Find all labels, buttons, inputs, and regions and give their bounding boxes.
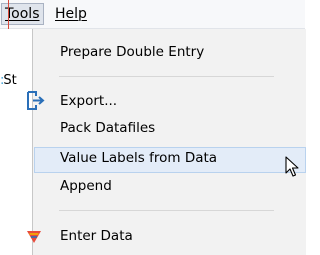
export-icon bbox=[25, 90, 47, 116]
background-window: :St bbox=[0, 29, 32, 255]
menu-item-export[interactable]: Export... bbox=[27, 90, 306, 116]
menu-item-label: Value Labels from Data bbox=[60, 150, 218, 166]
tools-dropdown-menu: Prepare Double Entry Export... Pack Data… bbox=[27, 29, 306, 255]
menu-help[interactable]: Help bbox=[52, 4, 90, 24]
menu-bar: Tools Help bbox=[0, 0, 305, 29]
menu-item-pack-datafiles[interactable]: Pack Datafiles bbox=[34, 117, 306, 143]
menu-help-label: Help bbox=[55, 6, 87, 22]
mouse-cursor-icon bbox=[285, 156, 299, 182]
menu-item-label: Prepare Double Entry bbox=[60, 44, 205, 60]
background-window-text: :St bbox=[0, 73, 32, 88]
menu-item-enter-data[interactable]: Enter Data bbox=[27, 225, 306, 251]
menu-item-label: Export... bbox=[60, 93, 118, 109]
menu-separator bbox=[59, 210, 274, 211]
menu-tools-label: Tools bbox=[5, 6, 40, 22]
menu-item-value-labels-from-data[interactable]: Value Labels from Data bbox=[34, 147, 306, 173]
menu-item-label: Pack Datafiles bbox=[60, 120, 156, 136]
focus-marker bbox=[8, 0, 9, 31]
menu-separator bbox=[59, 76, 274, 77]
menu-item-label: Enter Data bbox=[60, 228, 133, 244]
menu-item-append[interactable]: Append bbox=[34, 175, 306, 201]
enter-data-icon bbox=[26, 230, 42, 248]
menu-item-label: Append bbox=[60, 178, 112, 194]
menu-item-prepare-double-entry[interactable]: Prepare Double Entry bbox=[34, 41, 306, 67]
background-partial-label: St bbox=[3, 73, 17, 88]
